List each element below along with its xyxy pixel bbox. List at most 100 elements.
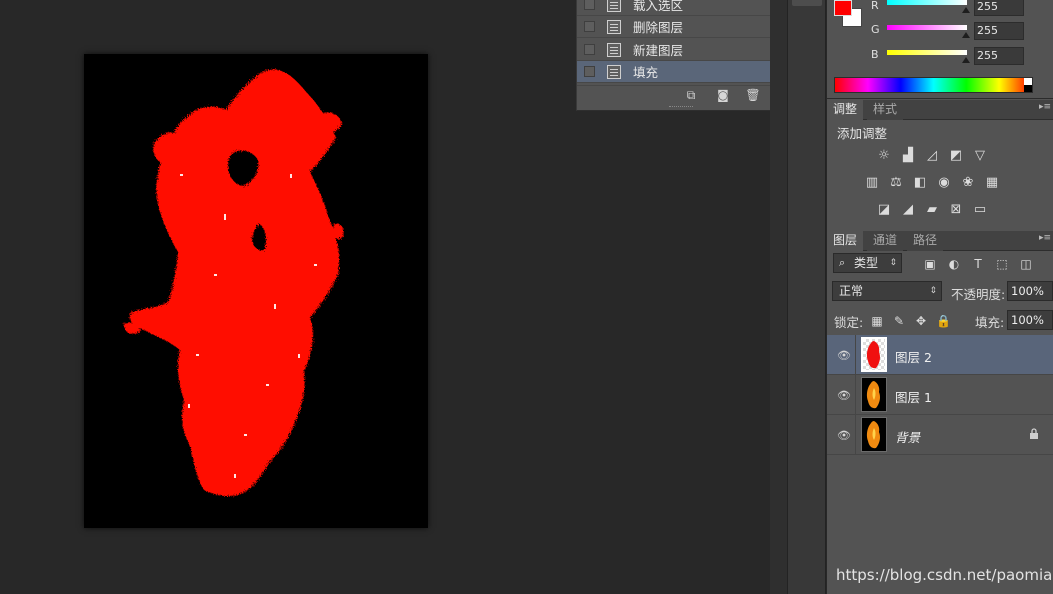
trash-icon[interactable]: 🗑 <box>745 88 761 102</box>
history-state-icon <box>607 0 621 12</box>
channel-r-slider[interactable] <box>887 0 967 5</box>
lock-transparent-pixels-icon[interactable]: ▦ <box>870 314 884 328</box>
history-checkbox[interactable] <box>584 0 595 10</box>
smart-object-filter-icon[interactable]: ◫ <box>1019 257 1033 271</box>
history-state-icon <box>607 42 621 57</box>
fill-label: 填充: <box>975 315 1005 330</box>
panel-menu-icon[interactable]: ▸≡ <box>1039 233 1051 243</box>
dock-grip[interactable] <box>792 0 822 6</box>
watermark-text: https://blog.csdn.net/paomiao <box>836 566 1053 584</box>
tab-paths[interactable]: 路径 <box>907 231 944 251</box>
channel-g-slider[interactable] <box>887 25 967 30</box>
history-checkbox[interactable] <box>584 66 595 77</box>
document-canvas[interactable] <box>84 54 428 528</box>
channel-r-label: R <box>871 0 879 12</box>
channel-g-input[interactable]: 255 <box>974 22 1024 40</box>
channel-g-label: G <box>871 23 880 36</box>
history-item-label: 新建图层 <box>633 43 684 58</box>
blend-mode-label: 正常 <box>839 284 864 298</box>
lock-all-icon[interactable]: 🔒 <box>936 314 951 328</box>
history-item-selected[interactable]: 填充 <box>577 61 771 83</box>
history-panel: 载入选区 删除图层 新建图层 填充 ▼ ⧉ ◙ 🗑 <box>576 0 786 111</box>
adjustments-title: 添加调整 <box>837 126 888 141</box>
adjustments-tabbar: 调整 样式 ▸≡ <box>827 100 1053 120</box>
opacity-input[interactable]: 100% <box>1007 281 1053 301</box>
type-filter-icon[interactable]: T <box>971 257 985 271</box>
channel-b-slider[interactable] <box>887 50 967 55</box>
tab-channels[interactable]: 通道 <box>867 231 904 251</box>
curves-icon[interactable]: ◿ <box>924 149 940 163</box>
tab-adjustments[interactable]: 调整 <box>827 100 864 120</box>
gradient-map-icon[interactable]: ▭ <box>972 203 988 217</box>
layers-tabbar: 图层 通道 路径 ▸≡ <box>827 231 1053 251</box>
panel-menu-icon[interactable]: ▸≡ <box>1039 102 1051 112</box>
pixel-filter-icon[interactable]: ▣ <box>923 257 937 271</box>
layer-filter-label: 类型 <box>854 256 879 270</box>
history-item-label: 填充 <box>633 65 659 80</box>
posterize-icon[interactable]: ◢ <box>900 203 916 217</box>
invert-icon[interactable]: ◪ <box>876 203 892 217</box>
history-state-icon <box>607 19 621 34</box>
panel-dock-gutter <box>770 0 788 594</box>
layer-name[interactable]: 图层 1 <box>895 387 932 406</box>
layer-name[interactable]: 图层 2 <box>895 347 932 366</box>
layer-thumbnail[interactable] <box>861 377 887 412</box>
lock-image-pixels-icon[interactable]: ✎ <box>892 314 906 328</box>
opacity-label: 不透明度: <box>951 287 1006 302</box>
layer-name[interactable]: 背景 <box>895 427 920 446</box>
photo-filter-icon[interactable]: ◉ <box>936 176 952 190</box>
history-item[interactable]: 新建图层 <box>577 39 771 61</box>
color-balance-icon[interactable]: ⚖ <box>888 176 904 190</box>
search-icon: ⌕ <box>839 256 846 269</box>
black-white-icon[interactable]: ◧ <box>912 176 928 190</box>
history-checkbox[interactable] <box>584 21 595 32</box>
lock-label: 锁定: <box>834 315 864 330</box>
fill-input[interactable]: 100% <box>1007 310 1053 330</box>
tab-layers[interactable]: 图层 <box>827 231 864 251</box>
channel-b-input[interactable]: 255 <box>974 47 1024 65</box>
levels-icon[interactable]: ▟ <box>900 149 916 163</box>
vibrance-icon[interactable]: ▽ <box>972 149 988 163</box>
layer-row[interactable]: 👁 图层 1 <box>827 375 1053 415</box>
slider-thumb-icon[interactable] <box>962 57 970 63</box>
tab-styles[interactable]: 样式 <box>867 100 904 120</box>
foreground-color-swatch[interactable] <box>834 0 852 16</box>
layer-thumbnail[interactable] <box>861 337 887 372</box>
snapshot-icon[interactable]: ◙ <box>715 88 731 102</box>
slider-thumb-icon[interactable] <box>962 32 970 38</box>
channel-b-label: B <box>871 48 879 61</box>
history-item[interactable]: 载入选区 <box>577 0 771 16</box>
selective-color-icon[interactable]: ⊠ <box>948 203 964 217</box>
collapsed-panel-dock <box>788 0 826 594</box>
layer-filter-select[interactable]: ⌕ 类型 ⇕ <box>833 253 902 273</box>
channel-mixer-icon[interactable]: ❀ <box>960 176 976 190</box>
history-checkbox[interactable] <box>584 44 595 55</box>
panel-resize-grip[interactable] <box>669 106 693 109</box>
color-spectrum-bar[interactable] <box>834 77 1033 93</box>
blend-mode-select[interactable]: 正常 ⇕ <box>832 281 942 301</box>
layer-row-selected[interactable]: 👁 图层 2 <box>827 335 1053 375</box>
exposure-icon[interactable]: ◩ <box>948 149 964 163</box>
channel-r-input[interactable]: 255 <box>974 0 1024 16</box>
lock-icon[interactable] <box>1029 428 1039 439</box>
visibility-eye-icon[interactable]: 👁 <box>837 429 851 442</box>
new-document-from-state-icon[interactable]: ⧉ <box>683 88 699 102</box>
history-footer: ⧉ ◙ 🗑 <box>577 85 786 105</box>
threshold-icon[interactable]: ▰ <box>924 203 940 217</box>
shape-filter-icon[interactable]: ⬚ <box>995 257 1009 271</box>
visibility-eye-icon[interactable]: 👁 <box>837 389 851 402</box>
adjustment-filter-icon[interactable]: ◐ <box>947 257 961 271</box>
layer-thumbnail[interactable] <box>861 417 887 452</box>
layer-row[interactable]: 👁 背景 <box>827 415 1053 455</box>
hue-saturation-icon[interactable]: ▥ <box>864 176 880 190</box>
history-item[interactable]: 删除图层 <box>577 16 771 38</box>
history-state-icon <box>607 64 621 79</box>
updown-arrow-icon: ⇕ <box>889 258 897 268</box>
slider-thumb-icon[interactable] <box>962 7 970 13</box>
lock-position-icon[interactable]: ✥ <box>914 314 928 328</box>
history-item-label: 删除图层 <box>633 20 684 35</box>
updown-arrow-icon: ⇕ <box>929 286 937 296</box>
color-lookup-icon[interactable]: ▦ <box>984 176 1000 190</box>
visibility-eye-icon[interactable]: 👁 <box>837 349 851 362</box>
brightness-contrast-icon[interactable]: ☼ <box>876 149 892 163</box>
